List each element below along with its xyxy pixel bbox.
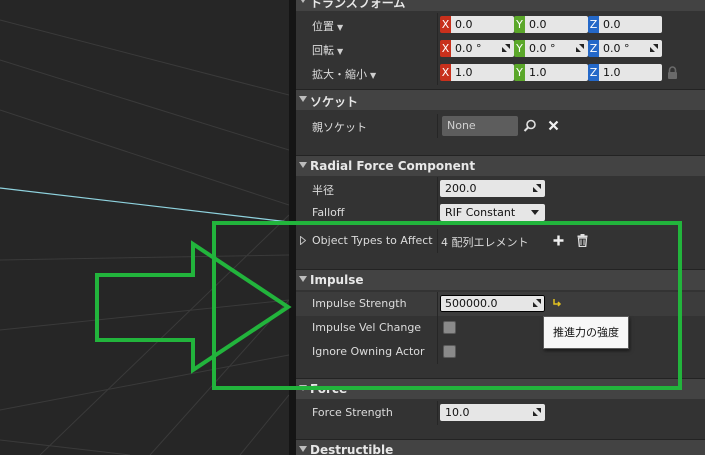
category-title: Force [310, 382, 348, 396]
rotation-label[interactable]: 回転 ▼ [312, 42, 343, 58]
collapse-arrow-icon [299, 446, 307, 452]
impulse-strength-field[interactable]: 500000.0 [440, 295, 545, 312]
collapse-arrow-icon [299, 96, 307, 102]
spin-arrows-icon [576, 44, 584, 52]
scale-x-field[interactable]: 1.0 [451, 64, 514, 81]
category-force[interactable]: Force [296, 378, 705, 399]
rotation-z-field[interactable]: 0.0 ° [599, 40, 662, 57]
collapse-arrow-icon [299, 0, 307, 3]
spin-arrows-icon [533, 408, 541, 416]
impulse-strength-label: Impulse Strength [312, 297, 407, 310]
search-icon[interactable] [523, 119, 537, 133]
reset-to-default-icon[interactable] [552, 298, 562, 307]
location-z-field[interactable]: 0.0 [599, 16, 662, 33]
viewport-grid [0, 19, 289, 455]
falloff-dropdown[interactable]: RIF Constant [440, 204, 545, 221]
chevron-down-icon: ▼ [337, 47, 344, 56]
level-viewport[interactable] [0, 0, 289, 455]
expand-arrow-icon[interactable] [300, 236, 306, 245]
category-title: ソケット [310, 95, 359, 109]
spin-arrows-icon [533, 299, 541, 307]
spin-arrows-icon [650, 44, 658, 52]
chevron-down-icon: ▼ [337, 23, 344, 32]
rotation-x-field[interactable]: 0.0 ° [451, 40, 514, 57]
scale-y-field[interactable]: 1.0 [525, 64, 588, 81]
close-icon[interactable] [548, 120, 559, 131]
location-label[interactable]: 位置 ▼ [312, 18, 343, 34]
parent-socket-label: 親ソケット [312, 121, 367, 134]
radius-label: 半径 [312, 184, 334, 197]
radius-field[interactable]: 200.0 [440, 180, 545, 197]
collapse-arrow-icon [299, 276, 307, 282]
add-icon[interactable] [553, 235, 564, 246]
collapse-arrow-icon [299, 162, 307, 168]
category-destructible[interactable]: Destructible [296, 439, 705, 455]
details-panel: トランスフォーム 位置 ▼ X 0.0 Y 0.0 Z 0.0 回転 ▼ X 0.0… [296, 0, 705, 455]
parent-socket-field[interactable]: None [442, 116, 518, 136]
row-object-types: Object Types to Affect 4 配列エレメント [296, 229, 705, 253]
category-title: Radial Force Component [310, 159, 476, 173]
panel-splitter[interactable] [289, 0, 296, 455]
row-rotation: 回転 ▼ X 0.0 ° Y 0.0 ° Z 0.0 ° [296, 37, 705, 61]
category-title: Destructible [310, 443, 394, 455]
force-strength-field[interactable]: 10.0 [440, 404, 545, 421]
force-strength-label: Force Strength [312, 406, 393, 419]
chevron-down-icon: ▼ [370, 71, 377, 80]
object-types-count: 4 配列エレメント [441, 236, 529, 249]
row-location: 位置 ▼ X 0.0 Y 0.0 Z 0.0 [296, 13, 705, 37]
object-types-label: Object Types to Affect [312, 234, 433, 247]
lock-icon[interactable] [667, 66, 678, 80]
rotation-y-field[interactable]: 0.0 ° [525, 40, 588, 57]
category-impulse[interactable]: Impulse [296, 269, 705, 290]
scale-label[interactable]: 拡大・縮小 ▼ [312, 66, 376, 82]
row-impulse-strength: Impulse Strength 500000.0 [296, 292, 705, 316]
category-socket[interactable]: ソケット [296, 89, 705, 110]
tooltip: 推進力の強度 [543, 316, 629, 349]
spin-arrows-icon [502, 44, 510, 52]
collapse-arrow-icon [299, 385, 307, 391]
falloff-label: Falloff [312, 206, 345, 219]
impulse-vel-change-label: Impulse Vel Change [312, 321, 422, 334]
row-falloff: Falloff RIF Constant [296, 201, 705, 225]
location-x-field[interactable]: 0.0 [451, 16, 514, 33]
row-ignore-owning-actor: Ignore Owning Actor [296, 340, 705, 364]
row-force-strength: Force Strength 10.0 [296, 401, 705, 425]
spin-arrows-icon [533, 184, 541, 192]
impulse-vel-change-checkbox[interactable] [443, 321, 456, 334]
row-scale: 拡大・縮小 ▼ X 1.0 Y 1.0 Z 1.0 [296, 61, 705, 85]
ignore-owning-actor-label: Ignore Owning Actor [312, 345, 425, 358]
category-title: Impulse [310, 273, 364, 287]
trash-icon[interactable] [577, 234, 588, 247]
chevron-down-icon [531, 210, 539, 215]
category-radial-force[interactable]: Radial Force Component [296, 155, 705, 176]
category-transform[interactable]: トランスフォーム [296, 0, 705, 11]
location-y-field[interactable]: 0.0 [525, 16, 588, 33]
row-radius: 半径 200.0 [296, 177, 705, 201]
scale-z-field[interactable]: 1.0 [599, 64, 662, 81]
category-title: トランスフォーム [310, 0, 406, 10]
row-impulse-vel-change: Impulse Vel Change [296, 316, 705, 340]
row-parent-socket: 親ソケット None [296, 114, 705, 138]
ignore-owning-actor-checkbox[interactable] [443, 345, 456, 358]
